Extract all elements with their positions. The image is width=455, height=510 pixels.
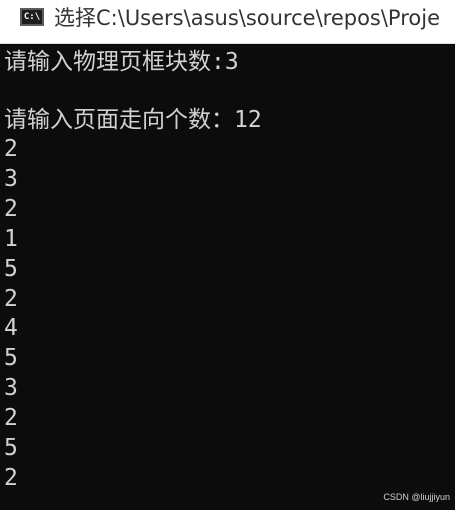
console-output[interactable]: 请输入物理页框块数:3 请输入页面走向个数：12 2 3 2 1 5 2 4 5… [0, 44, 455, 510]
window-title: 选择C:\Users\asus\source\repos\Proje [54, 6, 440, 30]
console-line: 2 [4, 405, 18, 431]
console-line: 请输入物理页框块数:3 [4, 49, 239, 75]
console-line: 5 [4, 345, 18, 371]
console-app-icon: C:\ [20, 8, 44, 26]
console-line: 5 [4, 256, 18, 282]
console-line: 3 [4, 166, 18, 192]
csdn-watermark: CSDN @liujjiyun [383, 492, 450, 502]
console-window: C:\ 选择C:\Users\asus\source\repos\Proje 请… [0, 0, 455, 510]
console-line: 2 [4, 136, 18, 162]
console-line: 5 [4, 435, 18, 461]
console-line: 2 [4, 286, 18, 312]
title-bar[interactable]: C:\ 选择C:\Users\asus\source\repos\Proje [0, 0, 455, 44]
console-line: 3 [4, 375, 18, 401]
console-line: 2 [4, 196, 18, 222]
console-line: 4 [4, 315, 18, 341]
console-line: 请输入页面走向个数：12 [4, 107, 262, 133]
console-line: 2 [4, 465, 18, 491]
console-line: 1 [4, 226, 18, 252]
